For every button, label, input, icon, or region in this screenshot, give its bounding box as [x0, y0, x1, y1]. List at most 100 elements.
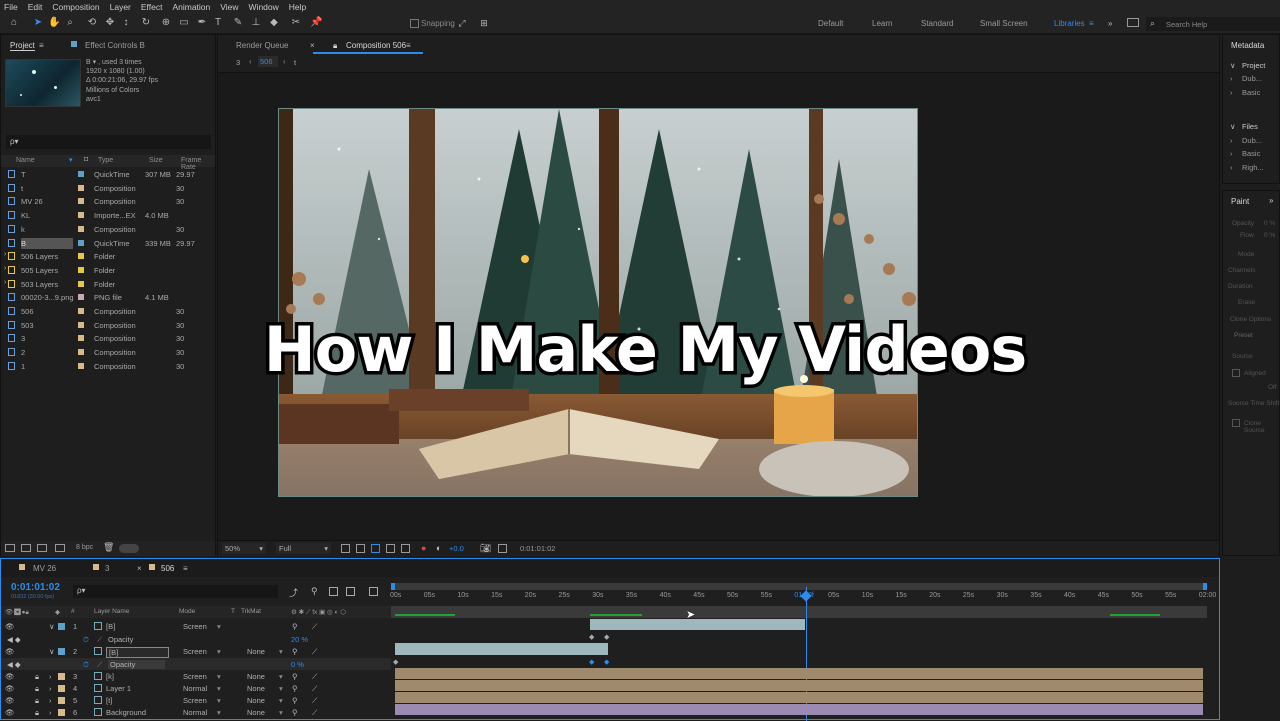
col-size[interactable]: Size: [149, 157, 163, 164]
visibility-eye-icon[interactable]: 👁︎: [5, 684, 15, 693]
project-settings-icon[interactable]: [55, 544, 65, 552]
new-folder-icon[interactable]: [21, 544, 31, 552]
col-name[interactable]: Name: [16, 157, 35, 164]
layer-mode[interactable]: Screen: [183, 622, 207, 631]
more-workspaces-icon[interactable]: »: [1108, 19, 1112, 28]
quality-switch-icon[interactable]: ⟋: [312, 696, 317, 706]
metadata-files-item[interactable]: Basic: [1242, 149, 1260, 158]
thumbnail-slider[interactable]: [119, 544, 139, 553]
project-item-row[interactable]: KL Importe...EX 4.0 MB: [1, 209, 209, 223]
layer-row[interactable]: 👁︎ 🔒︎ › 5 [t] Screen ▾ None ▾ ⚲ ⟋: [1, 694, 391, 706]
tab-mv-26[interactable]: MV 26: [33, 564, 56, 573]
shy-switch-icon[interactable]: ⚲: [292, 708, 298, 717]
metadata-project-item[interactable]: Dub...: [1242, 74, 1262, 83]
eraser-tool-icon[interactable]: ◆: [268, 17, 280, 29]
layer-label-swatch[interactable]: [58, 697, 65, 704]
exposure-icon[interactable]: ◐: [436, 543, 441, 553]
chevron-down-icon[interactable]: ▾: [217, 672, 221, 681]
expand-layer-icon[interactable]: ∨: [49, 622, 55, 631]
label-swatch[interactable]: [78, 349, 84, 356]
label-swatch[interactable]: [78, 198, 84, 205]
draft-3d-icon[interactable]: ⚲: [311, 586, 318, 597]
project-item-row[interactable]: k Composition 30: [1, 223, 209, 237]
label-swatch[interactable]: [78, 239, 84, 246]
project-item-row[interactable]: 503 Composition 30: [1, 319, 209, 333]
project-folder-row[interactable]: › 505 Layers Folder: [1, 264, 209, 278]
col-type[interactable]: Type: [98, 157, 113, 164]
rotate-tool-icon[interactable]: ↻: [140, 17, 152, 29]
menu-animation[interactable]: Animation: [172, 2, 210, 12]
shy-switch-icon[interactable]: ⚲: [292, 622, 298, 631]
timeline-menu-icon[interactable]: ≡: [183, 564, 188, 573]
metadata-project-item[interactable]: Basic: [1242, 88, 1260, 97]
tab-effect-controls[interactable]: Effect Controls B: [85, 41, 145, 50]
composition-menu-icon[interactable]: ≡: [406, 41, 411, 50]
tab-506[interactable]: 506: [161, 564, 174, 573]
chevron-down-icon[interactable]: ▾: [217, 696, 221, 705]
project-item-row[interactable]: B QuickTime 339 MB 29.97: [1, 237, 209, 251]
pan-behind-icon[interactable]: ⊕: [160, 17, 172, 29]
visibility-eye-icon[interactable]: 👁︎: [5, 672, 15, 681]
grid-icon[interactable]: [401, 544, 410, 553]
hand-tool-icon[interactable]: ✋: [48, 17, 60, 29]
layer-trkmat[interactable]: None: [247, 696, 265, 705]
workspace-default[interactable]: Default: [818, 19, 843, 28]
expand-layer-icon[interactable]: ›: [49, 684, 52, 693]
menu-layer[interactable]: Layer: [110, 2, 131, 12]
layer-label-swatch[interactable]: [58, 623, 65, 630]
layer-name[interactable]: Layer 1: [106, 684, 131, 693]
property-value[interactable]: 0 %: [291, 660, 304, 669]
layer-mode[interactable]: Normal: [183, 684, 207, 693]
project-item-row[interactable]: 2 Composition 30: [1, 346, 209, 360]
layer-name[interactable]: [B]: [106, 622, 115, 631]
timeline-timecode[interactable]: 0:01:01:02: [11, 582, 60, 593]
label-swatch[interactable]: [78, 335, 84, 342]
label-swatch[interactable]: [78, 294, 84, 301]
layer-name[interactable]: [k]: [106, 672, 114, 681]
search-help-box[interactable]: ⌕ Search Help: [1146, 17, 1280, 31]
time-navigator[interactable]: [391, 583, 1207, 590]
chevron-down-icon[interactable]: ▾: [217, 708, 221, 717]
guides-icon[interactable]: [386, 544, 395, 553]
graph-icon[interactable]: ⟋: [97, 635, 102, 645]
navigator-start-handle[interactable]: [391, 583, 395, 590]
expand-layer-icon[interactable]: ›: [49, 672, 52, 681]
expand-chevron-icon[interactable]: ∨: [1230, 61, 1236, 70]
exposure-value[interactable]: +0.0: [449, 544, 464, 553]
paint-opacity-value[interactable]: 0 %: [1264, 220, 1275, 227]
composition-canvas[interactable]: [278, 108, 918, 497]
label-swatch[interactable]: [78, 280, 84, 287]
menu-edit[interactable]: Edit: [28, 2, 43, 12]
layer-trkmat[interactable]: None: [247, 684, 265, 693]
layer-mode[interactable]: Screen: [183, 696, 207, 705]
new-composition-icon[interactable]: [37, 544, 47, 552]
label-swatch[interactable]: [78, 266, 84, 273]
pan-tool-icon[interactable]: ✥: [104, 17, 116, 29]
workspace-learn[interactable]: Learn: [872, 19, 892, 28]
workspace-small-screen[interactable]: Small Screen: [980, 19, 1028, 28]
mode-header[interactable]: Mode: [179, 608, 195, 615]
quality-switch-icon[interactable]: ⟋: [312, 708, 317, 718]
project-folder-row[interactable]: › 506 Layers Folder: [1, 250, 209, 264]
chevron-right-icon[interactable]: ›: [1230, 88, 1233, 97]
layer-mode[interactable]: Screen: [183, 647, 207, 656]
menu-window[interactable]: Window: [249, 2, 279, 12]
project-search-input[interactable]: ρ▾: [6, 135, 211, 149]
chevron-right-icon[interactable]: ›: [4, 265, 6, 272]
graph-icon[interactable]: ⟋: [97, 660, 102, 670]
project-item-row[interactable]: 00020-3...9.png PNG file 4.1 MB: [1, 291, 209, 305]
crumb-t[interactable]: t: [294, 58, 296, 67]
chevron-right-icon[interactable]: ›: [1230, 149, 1233, 158]
lock-icon[interactable]: 🔒︎: [333, 41, 337, 51]
quality-switch-icon[interactable]: ⟋: [312, 684, 317, 694]
chevron-right-icon[interactable]: ›: [1230, 163, 1233, 172]
layer-2-bar[interactable]: [395, 643, 608, 655]
selection-tool-icon[interactable]: ➤: [32, 17, 44, 29]
layer-row[interactable]: 👁︎ ∨ 2 [B] Screen ▾ None ▾ ⚲ ⟋: [1, 645, 391, 658]
quality-switch-icon[interactable]: ⟋: [312, 672, 317, 682]
menu-composition[interactable]: Composition: [52, 2, 99, 12]
chevron-down-icon[interactable]: ▾: [279, 647, 283, 656]
keyframe-icon[interactable]: ◆: [604, 633, 609, 641]
shy-switch-icon[interactable]: ⚲: [292, 672, 298, 681]
tab-render-queue[interactable]: Render Queue: [236, 41, 288, 50]
